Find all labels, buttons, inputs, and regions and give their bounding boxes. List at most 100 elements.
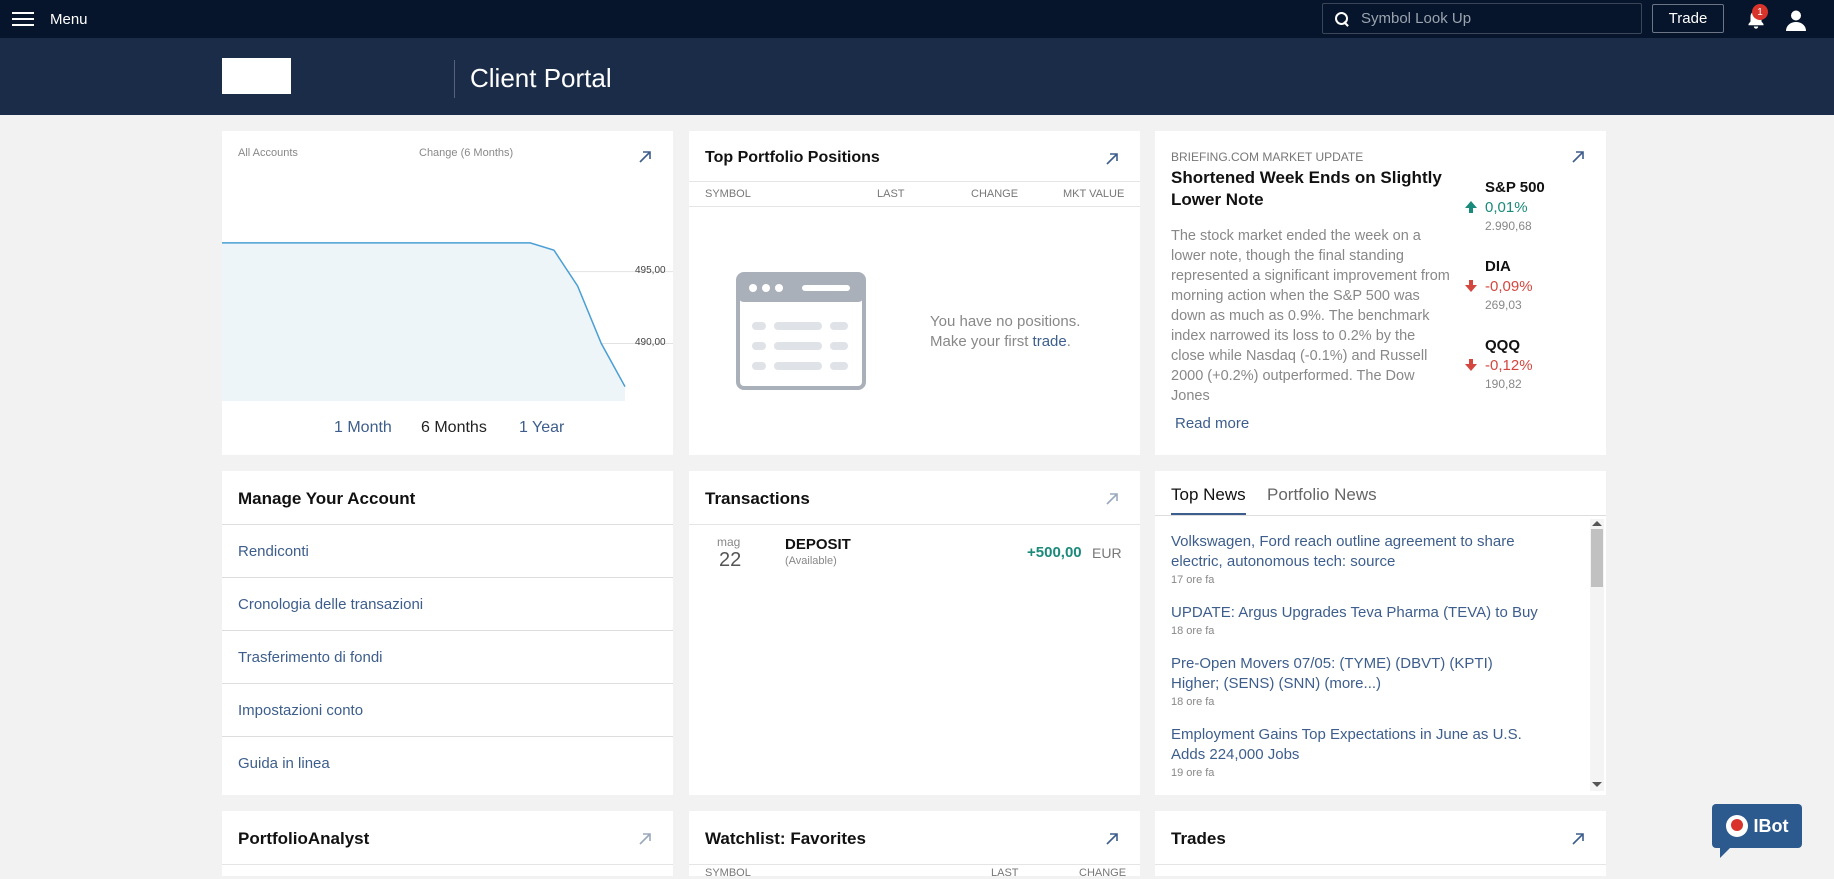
ticker-value: 269,03 (1485, 298, 1522, 312)
manage-link-guida[interactable]: Guida in linea (222, 736, 673, 789)
period-tab-1-month[interactable]: 1 Month (334, 419, 392, 437)
account-value-chart (222, 242, 673, 401)
user-icon[interactable] (1784, 8, 1808, 32)
news-headline[interactable]: UPDATE: Argus Upgrades Teva Pharma (TEVA… (1171, 603, 1541, 623)
watchlist-card: Watchlist: Favorites SYMBOL LAST CHANGE (689, 811, 1140, 879)
trade-button[interactable]: Trade (1652, 4, 1724, 33)
news-item[interactable]: Employment Gains Top Expectations in Jun… (1171, 725, 1541, 779)
column-header-last: LAST (991, 867, 1019, 879)
card-title: PortfolioAnalyst (238, 829, 370, 848)
column-header-change: CHANGE (1079, 867, 1127, 879)
manage-link-trasferimento[interactable]: Trasferimento di fondi (222, 630, 673, 683)
transactions-card: Transactions mag 22 DEPOSIT (Available) … (689, 471, 1140, 795)
symbol-search[interactable] (1322, 3, 1642, 34)
ibot-label: IBot (1753, 815, 1789, 836)
search-icon (1335, 11, 1349, 26)
menu-label: Menu (50, 10, 88, 28)
news-item[interactable]: Volkswagen, Ford reach outline agreement… (1171, 532, 1541, 586)
ticker-change: -0,12% (1485, 357, 1533, 374)
news-headline[interactable]: Pre-Open Movers 07/05: (TYME) (DBVT) (KP… (1171, 654, 1541, 694)
trade-link[interactable]: trade (1033, 333, 1067, 350)
menu-button[interactable]: Menu (12, 11, 88, 28)
ticker-change: 0,01% (1485, 199, 1528, 216)
transaction-status: (Available) (785, 555, 837, 567)
column-header-symbol: SYMBOL (705, 188, 751, 200)
market-update-headline[interactable]: Shortened Week Ends on Slightly Lower No… (1171, 167, 1451, 211)
card-title: Watchlist: Favorites (705, 829, 866, 848)
expand-arrow-icon[interactable] (637, 831, 653, 847)
ticker-name: S&P 500 (1485, 179, 1545, 196)
news-time: 19 ore fa (1171, 767, 1215, 779)
hamburger-icon (12, 11, 34, 27)
card-title: Top Portfolio Positions (705, 149, 880, 166)
news-card: Top News Portfolio News Volkswagen, Ford… (1155, 471, 1606, 795)
read-more-link[interactable]: Read more (1175, 415, 1249, 432)
expand-arrow-icon[interactable] (1104, 491, 1120, 507)
column-header-change: CHANGE (971, 188, 1019, 200)
scrollbar-thumb[interactable] (1591, 529, 1603, 587)
market-update-card: BRIEFING.COM MARKET UPDATE Shortened Wee… (1155, 131, 1606, 455)
news-time: 18 ore fa (1171, 696, 1215, 708)
manage-link-impostazioni[interactable]: Impostazioni conto (222, 683, 673, 736)
news-item[interactable]: Pre-Open Movers 07/05: (TYME) (DBVT) (KP… (1171, 654, 1541, 708)
ticker-name: QQQ (1485, 337, 1521, 354)
transaction-day: 22 (719, 549, 742, 571)
tab-top-news[interactable]: Top News (1171, 485, 1246, 515)
arrow-down-icon (1465, 280, 1477, 292)
manage-link-cronologia[interactable]: Cronologia delle transazioni (222, 577, 673, 630)
symbol-search-input[interactable] (1361, 10, 1631, 27)
y-tick-label: 495,00 (635, 264, 666, 276)
portal-header: Client Portal (0, 38, 1834, 115)
transaction-amount: +500,00 (1027, 544, 1082, 561)
scroll-down-icon[interactable] (1592, 782, 1602, 787)
news-time: 17 ore fa (1171, 574, 1215, 586)
portfolio-analyst-card: PortfolioAnalyst (222, 811, 673, 876)
arrow-up-icon (1465, 201, 1477, 213)
trades-card: Trades (1155, 811, 1606, 876)
news-headline[interactable]: Volkswagen, Ford reach outline agreement… (1171, 532, 1541, 572)
ticker-value: 190,82 (1485, 377, 1522, 391)
change-label: Change (6 Months) (419, 147, 514, 159)
expand-arrow-icon[interactable] (1104, 831, 1120, 847)
empty-positions-illustration-icon (736, 272, 866, 390)
market-update-body: The stock market ended the week on a low… (1171, 228, 1450, 404)
column-header-symbol: SYMBOL (705, 867, 751, 879)
expand-arrow-icon[interactable] (1104, 151, 1120, 167)
news-headline[interactable]: Employment Gains Top Expectations in Jun… (1171, 725, 1541, 765)
column-header-last: LAST (877, 188, 905, 200)
accounts-label: All Accounts (238, 147, 298, 159)
expand-arrow-icon[interactable] (1570, 831, 1586, 847)
market-update-source: BRIEFING.COM MARKET UPDATE (1171, 150, 1364, 164)
ibot-button[interactable]: IBot (1712, 804, 1802, 858)
news-item[interactable]: UPDATE: Argus Upgrades Teva Pharma (TEVA… (1171, 603, 1541, 637)
column-header-mkt-value: MKT VALUE (1063, 188, 1125, 200)
card-title: Manage Your Account (238, 489, 416, 508)
empty-positions-message: You have no positions. Make your first t… (930, 312, 1080, 352)
card-title: Transactions (705, 489, 810, 508)
expand-arrow-icon[interactable] (1570, 149, 1586, 165)
period-tab-1-year[interactable]: 1 Year (519, 419, 564, 437)
news-scrollbar[interactable] (1590, 519, 1604, 791)
header-divider (454, 60, 455, 98)
transaction-type: DEPOSIT (785, 536, 851, 553)
notification-badge: 1 (1752, 4, 1768, 20)
manage-link-rendiconti[interactable]: Rendiconti (222, 524, 673, 577)
manage-account-card: Manage Your Account Rendiconti Cronologi… (222, 471, 673, 795)
account-performance-card: All Accounts Change (6 Months) 495,00 49… (222, 131, 673, 455)
ibot-logo-icon (1725, 815, 1748, 837)
page-title: Client Portal (470, 63, 612, 93)
y-tick-label: 490,00 (635, 336, 666, 348)
period-tab-6-months[interactable]: 6 Months (421, 419, 487, 437)
ticker-value: 2.990,68 (1485, 219, 1532, 233)
empty-line-1: You have no positions. (930, 313, 1081, 330)
logo (222, 58, 291, 94)
transaction-month: mag (717, 535, 741, 549)
card-title: Trades (1171, 829, 1226, 848)
expand-arrow-icon[interactable] (637, 149, 653, 165)
transaction-currency: EUR (1092, 545, 1122, 561)
ticker-name: DIA (1485, 258, 1511, 275)
arrow-down-icon (1465, 359, 1477, 371)
scroll-up-icon[interactable] (1592, 521, 1602, 526)
tab-portfolio-news[interactable]: Portfolio News (1267, 485, 1377, 505)
news-time: 18 ore fa (1171, 625, 1215, 637)
